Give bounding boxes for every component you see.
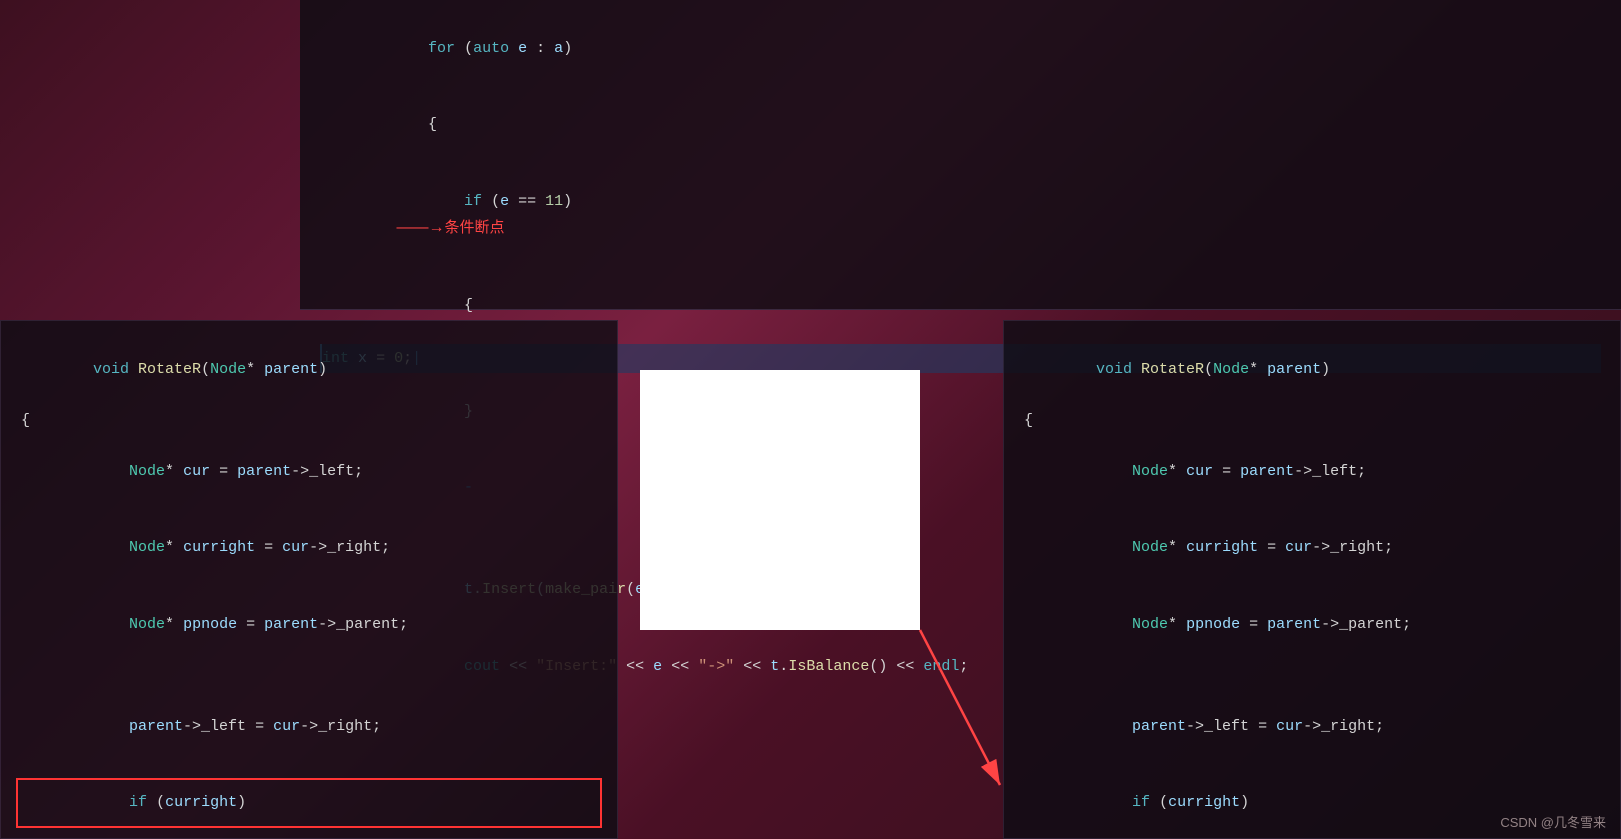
bl-line-2: { xyxy=(21,408,597,434)
bl-line-empty xyxy=(21,663,597,689)
top-code-panel: for (auto e : a) { if (e == 11) ——→条件断点 … xyxy=(300,0,1621,310)
bottom-left-code-block: void RotateR(Node* parent) { Node* cur =… xyxy=(21,331,597,839)
br-line-empty xyxy=(1024,663,1600,689)
code-line-if: if (e == 11) ——→条件断点 xyxy=(320,163,1601,267)
br-line-2: { xyxy=(1024,408,1600,434)
bl-line-1: void RotateR(Node* parent) xyxy=(21,331,597,408)
br-line-7: parent->_left = cur->_right; xyxy=(1024,688,1600,765)
bottom-left-red-box xyxy=(16,778,602,828)
code-line-for: for (auto e : a) xyxy=(320,10,1601,87)
bottom-right-code-panel: void RotateR(Node* parent) { Node* cur =… xyxy=(1003,320,1621,839)
br-line-4: Node* curright = cur->_right; xyxy=(1024,510,1600,587)
bl-line-7: parent->_left = cur->_right; xyxy=(21,688,597,765)
br-line-5: Node* ppnode = parent->_parent; xyxy=(1024,586,1600,663)
br-line-1: void RotateR(Node* parent) xyxy=(1024,331,1600,408)
white-center-box xyxy=(640,370,920,630)
br-line-3: Node* cur = parent->_left; xyxy=(1024,433,1600,510)
bottom-right-code-block: void RotateR(Node* parent) { Node* cur =… xyxy=(1024,331,1600,839)
bl-line-5: Node* ppnode = parent->_parent; xyxy=(21,586,597,663)
bl-line-4: Node* curright = cur->_right; xyxy=(21,510,597,587)
watermark: CSDN @几冬雪来 xyxy=(1500,812,1606,831)
bottom-left-code-panel: void RotateR(Node* parent) { Node* cur =… xyxy=(0,320,618,839)
bl-line-3: Node* cur = parent->_left; xyxy=(21,433,597,510)
watermark-text: CSDN @几冬雪来 xyxy=(1500,815,1606,830)
main-container: for (auto e : a) { if (e == 11) ——→条件断点 … xyxy=(0,0,1621,839)
code-line-brace1: { xyxy=(320,87,1601,164)
